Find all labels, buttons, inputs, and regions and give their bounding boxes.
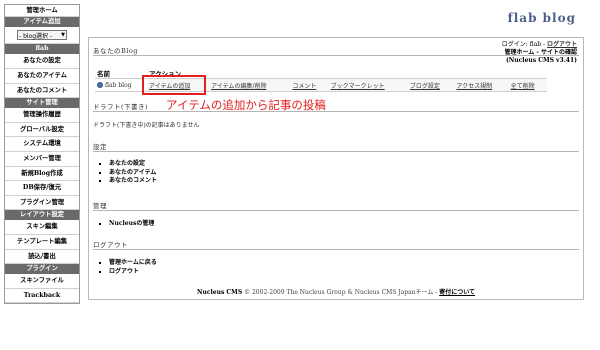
site-logo: flab blog <box>507 11 576 25</box>
section-divider <box>93 210 579 211</box>
action-cell: ブログ設定 <box>407 78 455 92</box>
action-cell: 全て削除 <box>508 78 547 92</box>
settings-link-1[interactable]: あなたのアイテム <box>109 169 156 176</box>
blog-select-row: - blog選択 - ▼ <box>5 27 79 45</box>
logout-link-0[interactable]: 管理ホームに戻る <box>109 259 157 266</box>
version-label: (Nucleus CMS v3.41) <box>505 57 577 64</box>
blog-select-dropdown[interactable]: - blog選択 - ▼ <box>17 30 67 41</box>
section-logout: ログアウト <box>93 241 128 249</box>
admin-link-list: Nucleusの管理 <box>101 220 154 229</box>
chevron-down-icon: ▼ <box>61 32 65 39</box>
sidebar-item-4[interactable]: あなたの設定 <box>5 54 79 69</box>
list-item: あなたの設定 <box>109 160 157 169</box>
blog-icon <box>97 82 103 88</box>
list-item: あなたのアイテム <box>109 169 157 178</box>
action-link-3[interactable]: ブックマークレット <box>331 83 385 90</box>
sidebar-item-21[interactable]: Trackback <box>5 289 79 304</box>
sidebar-section-header: flab <box>5 44 79 55</box>
sidebar-item-14[interactable]: プラグイン管理 <box>5 196 79 211</box>
sidebar-item-6[interactable]: あなたのコメント <box>5 84 79 99</box>
settings-link-list: あなたの設定あなたのアイテムあなたのコメント <box>101 160 157 186</box>
sidebar-item-12[interactable]: 新規Blog作成 <box>5 167 79 182</box>
sidebar-section-header: サイト管理 <box>5 98 79 109</box>
action-cell: アイテムの編集/削除 <box>209 78 291 92</box>
sidebar-item-16[interactable]: スキン編集 <box>5 220 79 235</box>
sidebar-section-header: プラグイン <box>5 264 79 275</box>
blog-name-link[interactable]: flab blog <box>105 82 132 89</box>
section-divider <box>93 249 579 250</box>
login-area: ログイン: flab - ログアウト 管理ホーム - サイトの確認 (Nucle… <box>502 41 577 65</box>
sidebar-item-18[interactable]: 読込/書出 <box>5 250 79 265</box>
sidebar-item-9[interactable]: グローバル設定 <box>5 123 79 138</box>
admin-link-0[interactable]: Nucleusの管理 <box>109 220 154 227</box>
section-your-blogs: あなたのBlog <box>93 47 138 55</box>
blog-select-value: - blog選択 - <box>19 32 53 40</box>
login-label: ログイン: flab - <box>501 41 547 48</box>
logout-link-list: 管理ホームに戻るログアウト <box>101 259 157 276</box>
action-cell: コメント <box>290 78 329 92</box>
list-item: 管理ホームに戻る <box>109 259 157 268</box>
list-item: Nucleusの管理 <box>109 220 154 229</box>
action-link-1[interactable]: アイテムの編集/削除 <box>211 83 266 90</box>
section-divider <box>93 151 579 152</box>
sidebar-item-17[interactable]: テンプレート編集 <box>5 235 79 250</box>
list-item: ログアウト <box>109 268 157 277</box>
sidebar-item-11[interactable]: メンバー管理 <box>5 152 79 167</box>
sidebar-item-10[interactable]: システム環境 <box>5 137 79 152</box>
sidebar-item-5[interactable]: あなたのアイテム <box>5 69 79 84</box>
footer: Nucleus CMS © 2002-2009 The Nucleus Grou… <box>89 287 583 296</box>
action-link-6[interactable]: 全て削除 <box>511 83 535 90</box>
blog-name-cell: flab blog <box>95 78 147 92</box>
settings-link-2[interactable]: あなたのコメント <box>109 177 157 184</box>
highlight-box <box>142 75 206 95</box>
action-cell: アクセス規制 <box>454 78 509 92</box>
drafts-empty-text: ドラフト(下書き中)の記事はありません <box>93 122 200 129</box>
sidebar-item-20[interactable]: スキンファイル <box>5 274 79 289</box>
sidebar-item-8[interactable]: 管理操作履歴 <box>5 108 79 123</box>
sidebar-item-13[interactable]: DB保存/復元 <box>5 181 79 196</box>
column-header-actions: アクション <box>147 67 547 79</box>
sidebar-section-header: アイテム追加 <box>5 17 79 28</box>
section-settings: 設定 <box>93 143 107 151</box>
annotation-text: アイテムの追加から記事の投稿 <box>166 98 326 112</box>
settings-link-0[interactable]: あなたの設定 <box>109 160 145 167</box>
sidebar-item-0[interactable]: 管理ホーム <box>5 5 79 18</box>
donate-link[interactable]: 寄付について <box>439 289 475 296</box>
list-item: あなたのコメント <box>109 177 157 186</box>
action-link-4[interactable]: ブログ設定 <box>410 83 440 90</box>
action-cell: ブックマークレット <box>328 78 408 92</box>
section-admin: 管理 <box>93 202 107 210</box>
action-link-5[interactable]: アクセス規制 <box>456 83 492 90</box>
action-link-2[interactable]: コメント <box>292 83 316 90</box>
section-drafts: ドラフト(下書き) <box>93 103 149 111</box>
logout-link[interactable]: ログアウト <box>547 41 577 48</box>
sidebar: 管理ホーム アイテム追加 - blog選択 - ▼ flab あなたの設定 あなたのアイテム… <box>4 4 80 305</box>
column-header-name: 名前 <box>95 67 147 79</box>
footer-copyright: © 2002-2009 The Nucleus Group & Nucleus … <box>242 289 440 296</box>
sidebar-section-header: レイアウト設定 <box>5 210 79 221</box>
footer-brand: Nucleus CMS <box>196 289 243 296</box>
logout-link-1[interactable]: ログアウト <box>109 268 139 275</box>
section-divider <box>93 55 579 56</box>
